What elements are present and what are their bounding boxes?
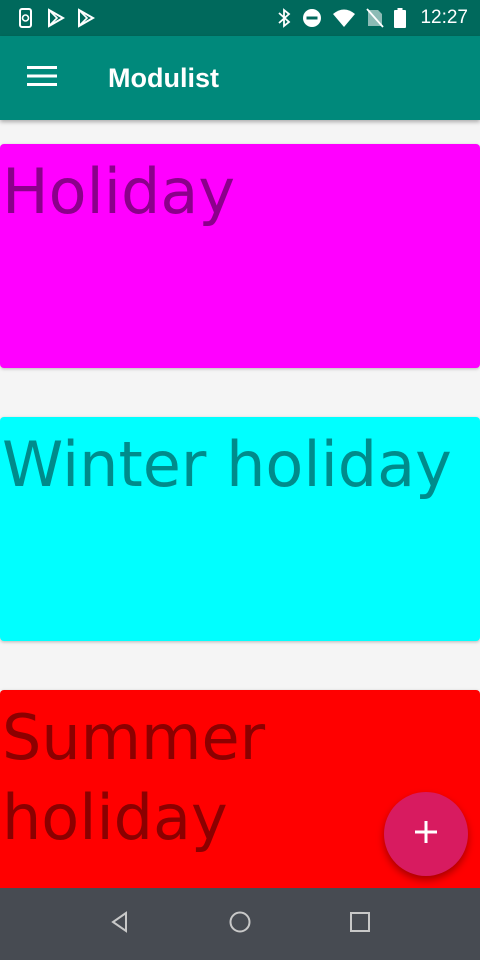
play-store-icon xyxy=(46,8,66,28)
card-title: Winter holiday xyxy=(2,428,452,501)
status-bar: 12:27 xyxy=(0,0,480,36)
hamburger-menu-icon xyxy=(27,65,57,92)
status-time: 12:27 xyxy=(420,7,468,28)
bluetooth-icon xyxy=(276,8,292,28)
back-icon xyxy=(109,910,131,938)
plus-icon xyxy=(414,820,438,849)
notification-icons xyxy=(16,8,96,28)
navigation-bar xyxy=(0,888,480,960)
card-holiday[interactable]: Holiday xyxy=(0,144,480,368)
recents-button[interactable] xyxy=(300,888,420,960)
card-list[interactable]: Holiday Winter holiday Summer holiday xyxy=(0,120,480,888)
home-button[interactable] xyxy=(180,888,300,960)
system-icons: 12:27 xyxy=(276,7,468,29)
add-button[interactable] xyxy=(384,792,468,876)
play-store-icon xyxy=(76,8,96,28)
wifi-icon xyxy=(332,8,356,28)
app-bar: Modulist xyxy=(0,36,480,120)
home-icon xyxy=(228,910,252,939)
no-sim-icon xyxy=(366,8,385,28)
phone-sync-icon xyxy=(16,8,36,28)
back-button[interactable] xyxy=(60,888,180,960)
card-title: Holiday xyxy=(2,155,236,228)
battery-icon xyxy=(394,8,407,28)
recents-icon xyxy=(349,911,371,938)
app-title: Modulist xyxy=(108,62,219,93)
card-winter-holiday[interactable]: Winter holiday xyxy=(0,417,480,641)
menu-button[interactable] xyxy=(0,36,84,120)
do-not-disturb-icon xyxy=(302,8,322,28)
